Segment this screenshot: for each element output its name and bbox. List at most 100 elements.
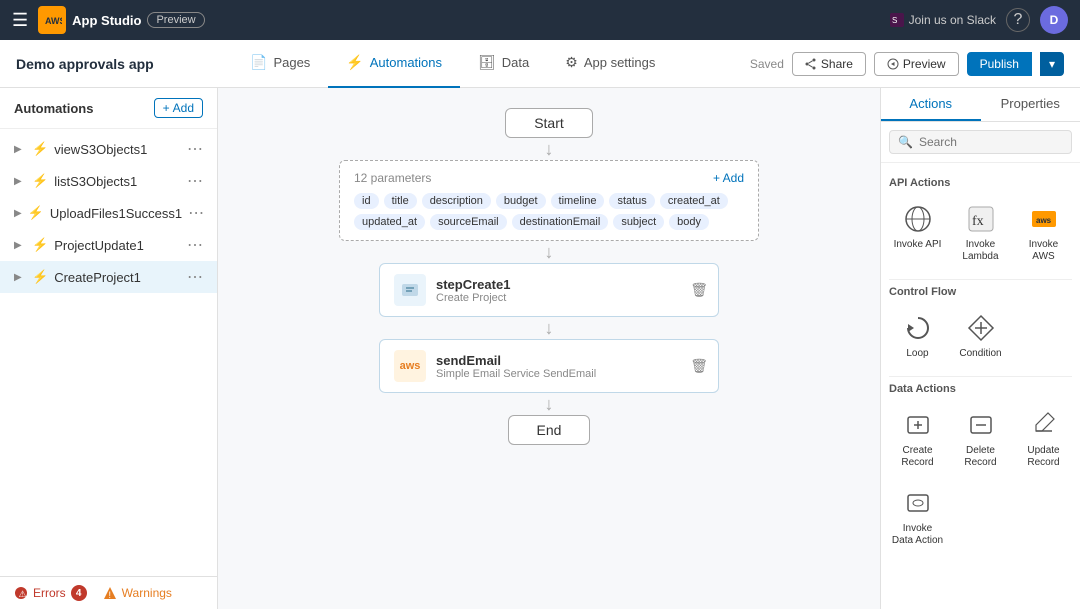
params-tags: id title description budget timeline sta… <box>354 193 744 230</box>
item-menu-icon[interactable]: ⋯ <box>187 267 203 287</box>
svg-text:aws: aws <box>1036 216 1052 225</box>
loop-icon <box>902 312 934 344</box>
data-actions-title: Data Actions <box>889 383 1072 395</box>
param-tag: created_at <box>660 193 728 209</box>
automation-icon: ⚡ <box>28 205 44 221</box>
flow-arrow: ↓ <box>545 395 554 413</box>
share-button[interactable]: Share <box>792 52 866 76</box>
action-update-record[interactable]: Update Record <box>1015 403 1072 475</box>
sidebar-header: Automations + Add <box>0 88 217 129</box>
item-menu-icon[interactable]: ⋯ <box>187 139 203 159</box>
step-sendEmail[interactable]: aws sendEmail Simple Email Service SendE… <box>379 339 719 393</box>
automation-icon: ⚡ <box>32 237 48 253</box>
sidebar-item-CreateProject1[interactable]: ▶ ⚡ CreateProject1 ⋯ <box>0 261 217 293</box>
user-avatar[interactable]: D <box>1040 6 1068 34</box>
settings-icon: ⚙ <box>565 54 578 71</box>
start-node[interactable]: Start <box>505 108 593 138</box>
param-tag: budget <box>496 193 546 209</box>
step-icon <box>394 274 426 306</box>
param-tag: status <box>609 193 654 209</box>
sidebar-footer: ⚠ Errors 4 ! Warnings <box>0 576 217 609</box>
svg-text:AWS: AWS <box>45 16 62 26</box>
publish-dropdown-button[interactable]: ▾ <box>1040 52 1064 76</box>
action-invoke-lambda[interactable]: fx Invoke Lambda <box>952 197 1009 269</box>
api-actions-grid: Invoke API fx Invoke Lambda aws Invoke A… <box>889 197 1072 269</box>
invoke-lambda-icon: fx <box>965 203 997 235</box>
nav-logo: AWS App Studio Preview <box>38 6 204 34</box>
preview-button[interactable]: Preview <box>874 52 959 76</box>
step-info: sendEmail Simple Email Service SendEmail <box>436 353 704 380</box>
control-flow-title: Control Flow <box>889 286 1072 298</box>
invoke-data-action-icon <box>902 487 934 519</box>
sidebar-items: ▶ ⚡ viewS3Objects1 ⋯ ▶ ⚡ listS3Objects1 … <box>0 129 217 576</box>
tab-properties[interactable]: Properties <box>981 88 1080 121</box>
app-header: Demo approvals app 📄 Pages ⚡ Automations… <box>0 40 1080 88</box>
errors-indicator[interactable]: ⚠ Errors 4 <box>14 585 87 601</box>
data-actions-grid: Create Record Delete Record Update Recor… <box>889 403 1072 553</box>
canvas-inner: Start ↓ 12 parameters + Add id title des… <box>299 108 799 589</box>
action-invoke-data-action[interactable]: Invoke Data Action <box>889 481 946 553</box>
warnings-indicator[interactable]: ! Warnings <box>103 586 172 600</box>
sidebar-item-viewS3Objects1[interactable]: ▶ ⚡ viewS3Objects1 ⋯ <box>0 133 217 165</box>
item-menu-icon[interactable]: ⋯ <box>187 235 203 255</box>
condition-icon <box>965 312 997 344</box>
search-icon: 🔍 <box>898 135 913 149</box>
tab-automations[interactable]: ⚡ Automations <box>328 40 460 88</box>
saved-indicator: Saved <box>750 57 784 71</box>
param-tag: id <box>354 193 379 209</box>
right-panel-content: API Actions Invoke API fx Invoke Lambda <box>881 163 1080 609</box>
divider <box>889 376 1072 377</box>
slack-link[interactable]: S Join us on Slack <box>890 13 996 27</box>
flow-arrow: ↓ <box>545 319 554 337</box>
update-record-icon <box>1028 409 1060 441</box>
step-delete-icon[interactable]: 🗑 <box>690 282 708 299</box>
action-condition[interactable]: Condition <box>952 306 1009 366</box>
svg-text:⚠: ⚠ <box>19 589 27 599</box>
sidebar-item-ProjectUpdate1[interactable]: ▶ ⚡ ProjectUpdate1 ⋯ <box>0 229 217 261</box>
sidebar-add-button[interactable]: + Add <box>154 98 203 118</box>
expand-icon: ▶ <box>14 208 22 219</box>
logo-box: AWS <box>38 6 66 34</box>
help-button[interactable]: ? <box>1006 8 1030 32</box>
sidebar-item-UploadFiles1Success1[interactable]: ▶ ⚡ UploadFiles1Success1 ⋯ <box>0 197 217 229</box>
param-tag: updated_at <box>354 214 425 230</box>
step-delete-icon[interactable]: 🗑 <box>690 358 708 375</box>
automation-icon: ⚡ <box>32 269 48 285</box>
flow-arrow: ↓ <box>545 243 554 261</box>
param-tag: destinationEmail <box>512 214 609 230</box>
search-box: 🔍 <box>889 130 1072 154</box>
action-delete-record[interactable]: Delete Record <box>952 403 1009 475</box>
expand-icon: ▶ <box>14 176 26 187</box>
sidebar-item-listS3Objects1[interactable]: ▶ ⚡ listS3Objects1 ⋯ <box>0 165 217 197</box>
header-actions: Saved Share Preview Publish ▾ <box>750 52 1064 76</box>
pages-icon: 📄 <box>250 54 267 71</box>
action-invoke-api[interactable]: Invoke API <box>889 197 946 269</box>
header-tabs: 📄 Pages ⚡ Automations 🗄 Data ⚙ App setti… <box>232 40 750 88</box>
tab-data[interactable]: 🗄 Data <box>460 40 547 88</box>
item-menu-icon[interactable]: ⋯ <box>187 171 203 191</box>
canvas: Start ↓ 12 parameters + Add id title des… <box>218 88 880 609</box>
action-invoke-aws[interactable]: aws Invoke AWS <box>1015 197 1072 269</box>
tab-app-settings[interactable]: ⚙ App settings <box>547 40 673 88</box>
param-tag: timeline <box>551 193 605 209</box>
params-count: 12 parameters <box>354 171 431 185</box>
right-panel: Actions Properties 🔍 API Actions Invoke … <box>880 88 1080 609</box>
top-nav: ☰ AWS App Studio Preview S Join us on Sl… <box>0 0 1080 40</box>
data-icon: 🗄 <box>478 54 496 71</box>
tab-pages[interactable]: 📄 Pages <box>232 40 328 88</box>
action-create-record[interactable]: Create Record <box>889 403 946 475</box>
svg-text:!: ! <box>108 590 111 600</box>
step-stepCreate1[interactable]: stepCreate1 Create Project 🗑 <box>379 263 719 317</box>
action-loop[interactable]: Loop <box>889 306 946 366</box>
publish-button[interactable]: Publish <box>967 52 1032 76</box>
svg-text:S: S <box>892 16 897 25</box>
main-area: Automations + Add ▶ ⚡ viewS3Objects1 ⋯ ▶… <box>0 88 1080 609</box>
expand-icon: ▶ <box>14 240 26 251</box>
params-add-button[interactable]: + Add <box>713 171 744 185</box>
search-input[interactable] <box>919 135 1074 149</box>
hamburger-icon[interactable]: ☰ <box>12 10 28 31</box>
tab-actions[interactable]: Actions <box>881 88 981 121</box>
item-menu-icon[interactable]: ⋯ <box>188 203 204 223</box>
right-panel-tabs: Actions Properties <box>881 88 1080 122</box>
end-node[interactable]: End <box>508 415 591 445</box>
